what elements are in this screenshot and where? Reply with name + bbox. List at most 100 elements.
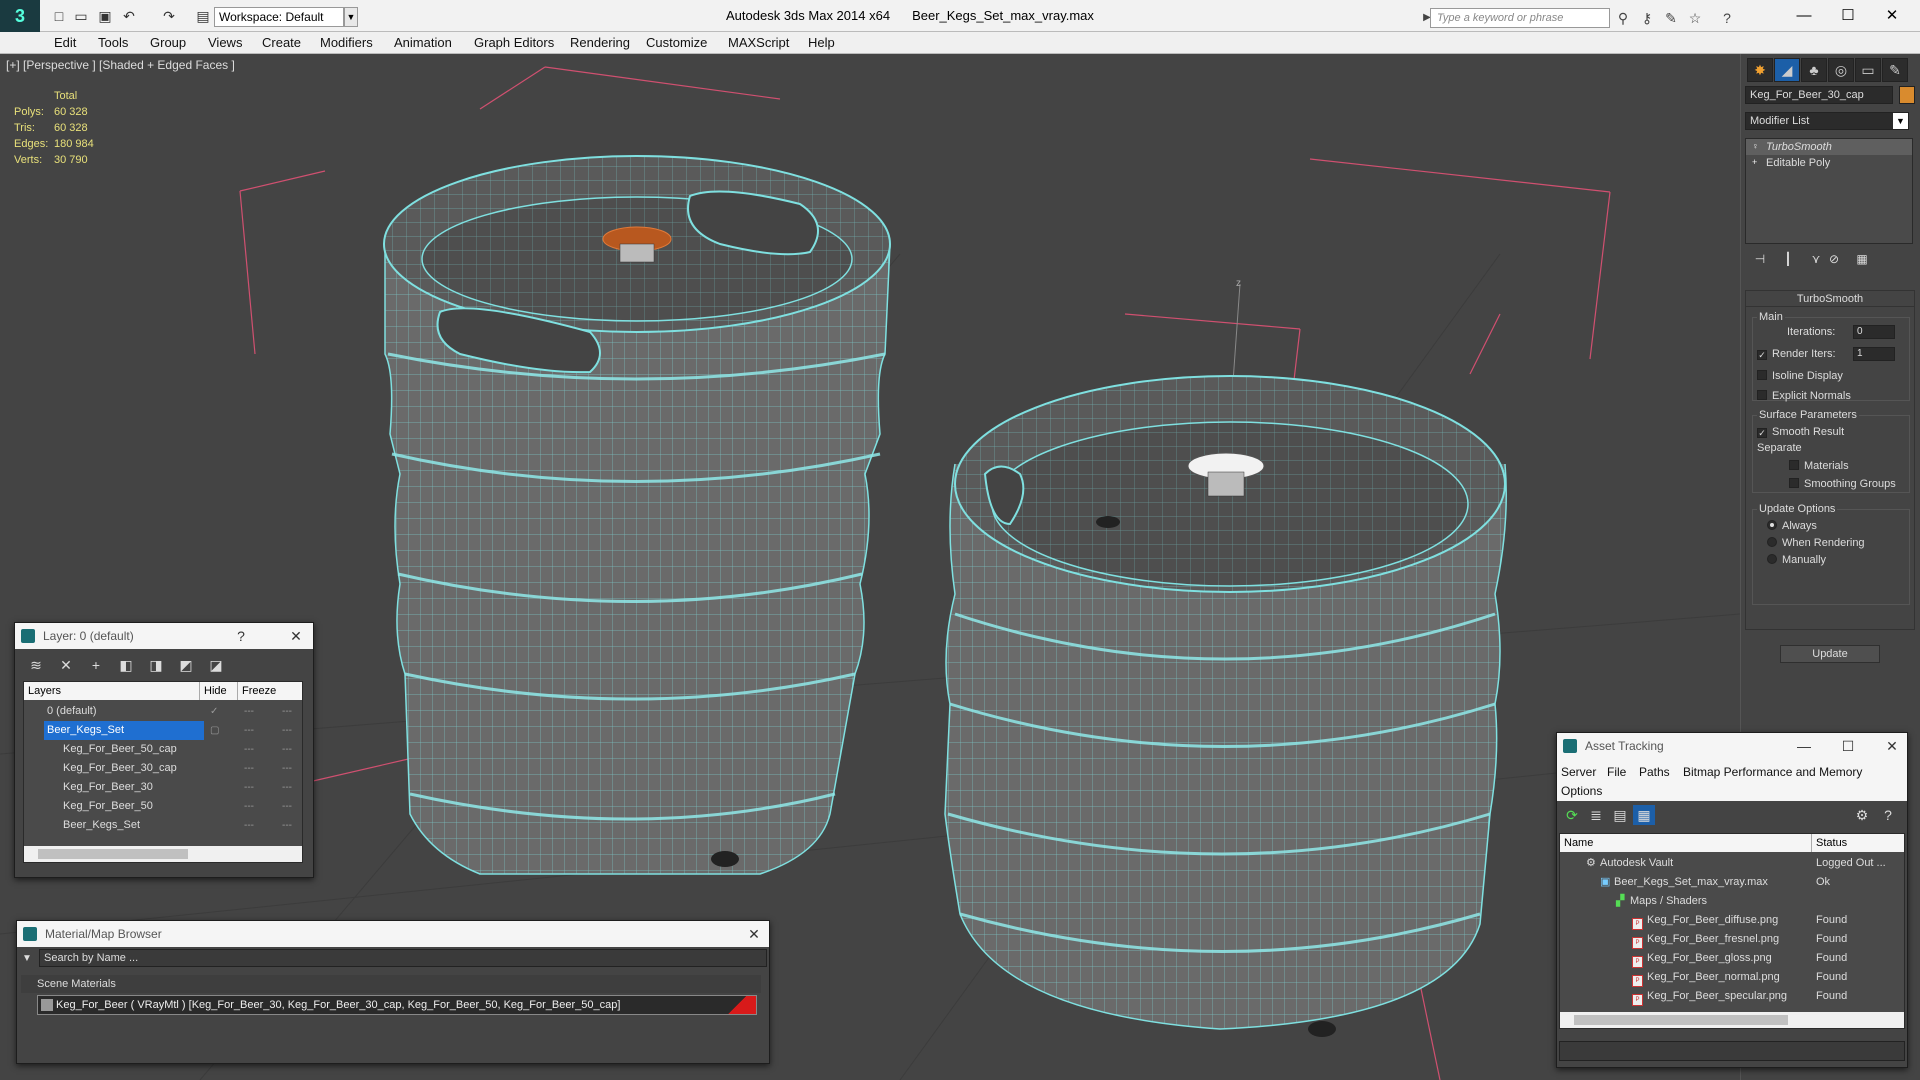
delete-layer-icon[interactable]: ✕ [55,655,77,675]
open-file-icon[interactable]: ▭ [72,7,90,25]
asset-row[interactable]: P Keg_For_Beer_diffuse.png Found [1562,911,1902,930]
maximize-icon[interactable]: ☐ [1833,733,1863,759]
asset-row[interactable]: ▣ Beer_Kegs_Set_max_vray.max Ok [1562,873,1902,892]
asset-row[interactable]: ▞ Maps / Shaders [1562,892,1902,911]
menu-animation[interactable]: Animation [394,35,452,50]
current-layer-icon[interactable]: ▢ [210,721,219,740]
motion-tab-icon[interactable]: ◎ [1828,58,1854,82]
menu-maxscript[interactable]: MAXScript [728,35,789,50]
asset-tracking-titlebar[interactable]: Asset Tracking — ☐ ✕ [1557,733,1907,759]
menu-rendering[interactable]: Rendering [570,35,630,50]
rollout-title[interactable]: TurboSmooth [1746,291,1914,307]
iterations-spinner[interactable]: 0 [1853,325,1895,339]
menu-views[interactable]: Views [208,35,242,50]
menu-bitmap-performance[interactable]: Bitmap Performance and Memory [1683,765,1862,779]
workspace-arrow-icon[interactable]: ▼ [344,7,358,27]
menu-server[interactable]: Server [1561,765,1596,779]
undo-icon[interactable]: ↶ [120,7,138,25]
render-iters-checkbox[interactable]: ✓ [1757,350,1767,360]
keg-50-mesh[interactable] [383,155,891,875]
keg-30-mesh[interactable] [944,375,1507,1037]
menu-customize[interactable]: Customize [646,35,707,50]
plus-icon[interactable]: + [1752,157,1762,167]
help-icon[interactable]: ? [1718,9,1736,27]
layer-panel-titlebar[interactable]: Layer: 0 (default) ? ✕ [15,623,313,649]
redo-icon[interactable]: ↷ [160,7,178,25]
hide-toggle[interactable]: --- [244,721,254,740]
col-layers[interactable]: Layers [24,682,200,700]
menu-paths[interactable]: Paths [1639,765,1670,779]
hide-toggle[interactable]: --- [244,816,254,835]
minimize-icon[interactable]: — [1789,733,1819,759]
list-view-icon[interactable]: ≣ [1585,805,1607,825]
new-file-icon[interactable]: □ [50,7,68,25]
show-end-result-icon[interactable]: ┃ [1779,252,1797,268]
binoculars-icon[interactable]: ⚲ [1614,9,1632,27]
close-icon[interactable]: ✕ [281,623,311,649]
help-search-input[interactable]: Type a keyword or phrase [1430,8,1610,28]
grid-view-icon[interactable]: ▦ [1633,805,1655,825]
hide-all-icon[interactable]: ◩ [175,655,197,675]
asset-row[interactable]: ⚙ Autodesk Vault Logged Out ... [1562,854,1902,873]
freeze-toggle[interactable]: --- [282,740,292,759]
when-rendering-radio[interactable] [1767,537,1777,547]
viewport-label[interactable]: [+] [Perspective ] [Shaded + Edged Faces… [6,58,235,72]
freeze-toggle[interactable]: --- [282,816,292,835]
help-icon[interactable]: ? [1877,805,1899,825]
explicit-normals-checkbox[interactable] [1757,390,1767,400]
layer-row[interactable]: Keg_For_Beer_50_cap --- --- [26,740,300,759]
create-tab-icon[interactable]: ✸ [1747,58,1773,82]
col-hide[interactable]: Hide [200,682,238,700]
maximize-button[interactable]: ☐ [1826,2,1870,30]
menu-graph-editors[interactable]: Graph Editors [474,35,554,50]
layer-row[interactable]: Keg_For_Beer_50 --- --- [26,797,300,816]
freeze-toggle[interactable]: --- [282,702,292,721]
horizontal-scrollbar[interactable] [24,846,302,862]
materials-checkbox[interactable] [1789,460,1799,470]
scene-materials-group[interactable]: Scene Materials [21,975,761,993]
modify-tab-icon[interactable]: ◢ [1774,58,1800,82]
browser-options-icon[interactable]: ▼ [17,949,37,967]
object-name-field[interactable]: Keg_For_Beer_30_cap [1745,86,1893,104]
hide-toggle[interactable]: --- [244,740,254,759]
refresh-icon[interactable]: ⟳ [1561,805,1583,825]
layer-row[interactable]: Beer_Kegs_Set --- --- [26,816,300,835]
always-radio[interactable] [1767,520,1777,530]
lightbulb-icon[interactable]: ♀ [1752,141,1762,151]
menu-edit[interactable]: Edit [54,35,76,50]
minimize-button[interactable]: — [1782,2,1826,30]
col-status[interactable]: Status [1812,834,1904,852]
freeze-all-icon[interactable]: ◪ [205,655,227,675]
communication-icon[interactable]: ✎ [1662,9,1680,27]
freeze-toggle[interactable]: --- [282,797,292,816]
object-color-swatch[interactable] [1899,86,1915,104]
hierarchy-tab-icon[interactable]: ♣ [1801,58,1827,82]
material-browser-titlebar[interactable]: Material/Map Browser ✕ [17,921,769,947]
checkmark-icon[interactable]: ✓ [210,702,218,721]
layer-row-selected[interactable]: Beer_Kegs_Set ▢ --- --- [26,721,300,740]
asset-row[interactable]: P Keg_For_Beer_normal.png Found [1562,968,1902,987]
asset-row[interactable]: P Keg_For_Beer_fresnel.png Found [1562,930,1902,949]
col-freeze[interactable]: Freeze [238,682,302,700]
material-item[interactable]: Keg_For_Beer ( VRayMtl ) [Keg_For_Beer_3… [37,995,757,1015]
save-file-icon[interactable]: ▣ [96,7,114,25]
make-unique-icon[interactable]: ⋎ [1807,252,1825,268]
hide-toggle[interactable]: --- [244,797,254,816]
menu-tools[interactable]: Tools [98,35,128,50]
hide-toggle[interactable]: --- [244,759,254,778]
subscription-icon[interactable]: ⚷ [1638,9,1656,27]
modifier-list-dropdown[interactable]: Modifier List [1745,112,1909,130]
vault-settings-icon[interactable]: ⚙ [1851,805,1873,825]
chevron-down-icon[interactable]: ▼ [1893,113,1908,129]
layer-row[interactable]: Keg_For_Beer_30_cap --- --- [26,759,300,778]
favorites-star-icon[interactable]: ☆ [1686,9,1704,27]
help-button[interactable]: ? [231,623,251,649]
display-tab-icon[interactable]: ▭ [1855,58,1881,82]
utilities-tab-icon[interactable]: ✎ [1882,58,1908,82]
add-to-layer-icon[interactable]: + [85,655,107,675]
smooth-result-checkbox[interactable]: ✓ [1757,428,1767,438]
menu-help[interactable]: Help [808,35,835,50]
workspace-dropdown[interactable]: Workspace: Default [214,7,344,27]
close-icon[interactable]: ✕ [1877,733,1907,759]
hide-toggle[interactable]: --- [244,778,254,797]
